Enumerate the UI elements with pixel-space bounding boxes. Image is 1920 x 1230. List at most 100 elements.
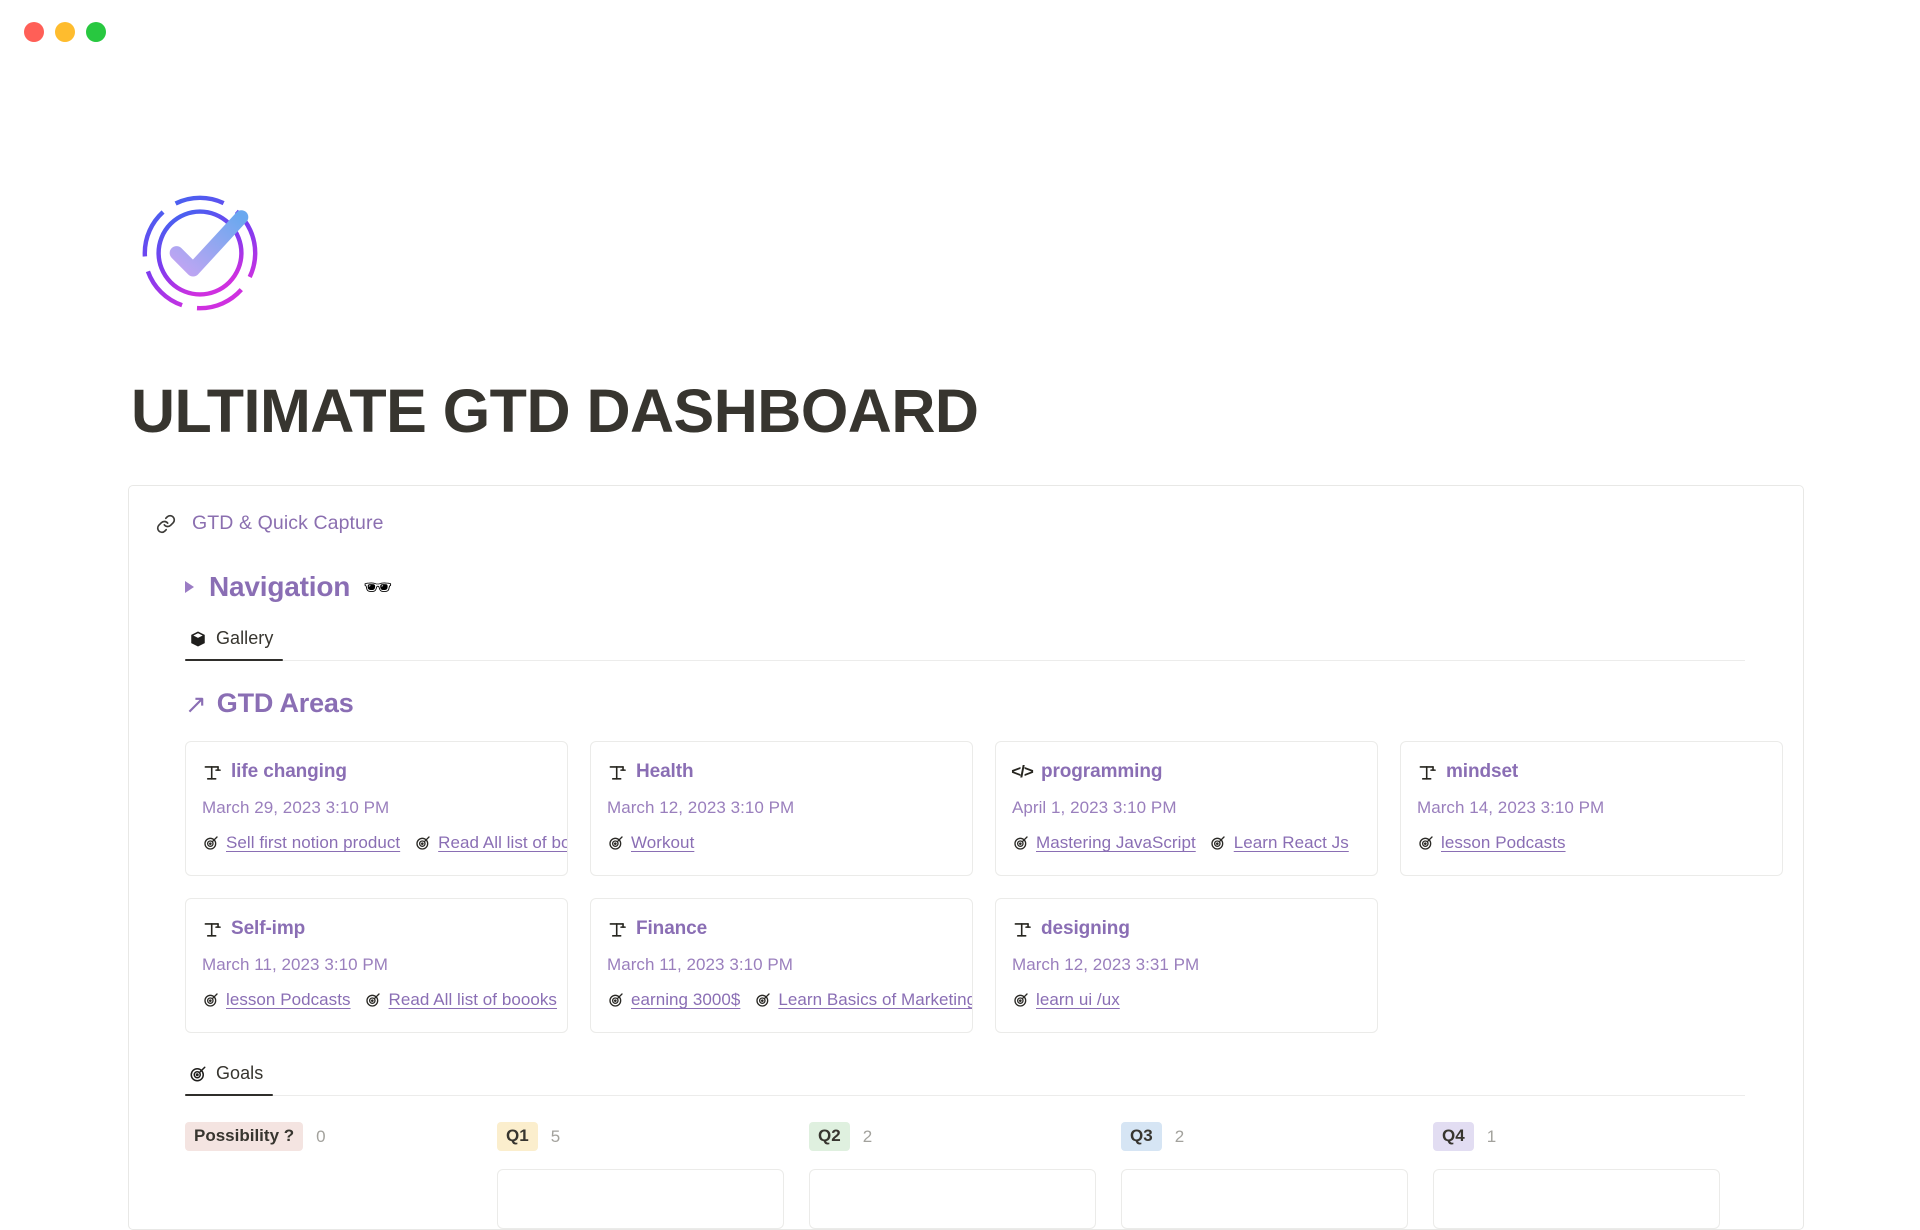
area-card-goals: lesson Podcasts Read All list of boooks [202, 990, 557, 1010]
sunglasses-icon: 🕶 [363, 573, 393, 600]
area-goal-label: Sell first notion product [226, 833, 401, 853]
area-card-date: March 12, 2023 3:31 PM [1012, 955, 1200, 975]
gallery-tabbar: Gallery [185, 625, 1745, 662]
goals-column-count: 2 [1174, 1126, 1185, 1146]
area-card-goals: lesson Podcasts [1417, 833, 1766, 853]
dart-icon [607, 992, 624, 1009]
dart-icon [202, 992, 219, 1009]
area-goal-link[interactable]: learn ui /ux [1012, 990, 1120, 1010]
goals-card-placeholder[interactable] [497, 1169, 784, 1230]
quick-capture-link-label: GTD & Quick Capture [192, 512, 384, 535]
area-card-goals: Mastering JavaScript Learn React Js [1012, 833, 1361, 853]
goals-card-placeholder[interactable] [1121, 1169, 1408, 1230]
arrow-northeast-icon: ↗ [185, 688, 207, 719]
navigation-heading[interactable]: Navigation 🕶 [185, 571, 1803, 603]
area-card-name: designing [1041, 918, 1130, 940]
area-card-name: Self-imp [231, 918, 306, 940]
crane-icon [202, 919, 222, 939]
area-goal-label: Learn React Js [1233, 833, 1349, 853]
link-icon [155, 513, 177, 535]
status-badge[interactable]: Q3 [1121, 1122, 1162, 1152]
page-title: ULTIMATE GTD DASHBOARD [131, 377, 979, 445]
area-card-name: mindset [1446, 761, 1519, 783]
area-card-title: Finance [607, 918, 956, 940]
crane-icon [607, 919, 627, 939]
goals-column-header: Possibility ? 0 [185, 1122, 497, 1152]
area-card-goals: Workout [607, 833, 956, 853]
zoom-window-button[interactable] [86, 22, 106, 42]
area-card-title: </> programming [1011, 761, 1361, 783]
area-card-date: March 14, 2023 3:10 PM [1417, 798, 1605, 818]
dart-icon [414, 835, 431, 852]
tab-gallery[interactable]: Gallery [185, 625, 284, 662]
goals-column-count: 1 [1486, 1126, 1497, 1146]
goals-column-count: 2 [862, 1126, 873, 1146]
area-goal-link[interactable]: Workout [607, 833, 694, 853]
minimize-window-button[interactable] [55, 22, 75, 42]
status-badge[interactable]: Q2 [809, 1122, 850, 1152]
area-card[interactable]: designing March 12, 2023 3:31 PM learn ui … [995, 898, 1378, 1034]
navigation-heading-label: Navigation [209, 571, 351, 603]
area-card[interactable]: Self-imp March 11, 2023 3:10 PM lesson Pod… [185, 898, 568, 1034]
area-goal-link[interactable]: earning 3000$ [607, 990, 740, 1010]
area-goal-label: Learn Basics of Marketing [778, 990, 973, 1010]
area-card-date: April 1, 2023 3:10 PM [1012, 798, 1177, 818]
gtd-areas-heading[interactable]: ↗ GTD Areas [185, 688, 1803, 719]
area-goal-label: earning 3000$ [631, 990, 741, 1010]
goals-tabbar: Goals [185, 1060, 1745, 1097]
page-container: ULTIMATE GTD DASHBOARD GTD & Quick Captu… [0, 64, 1920, 1230]
goals-column: Possibility ? 0 [185, 1122, 497, 1229]
area-card-date: March 29, 2023 3:10 PM [202, 798, 390, 818]
window-title-bar [0, 0, 1920, 64]
area-card-goals: earning 3000$ Learn Basics of Marketing [607, 990, 972, 1010]
gtd-areas-heading-label: GTD Areas [216, 688, 354, 719]
area-goal-link[interactable]: Read All list of boooks [414, 833, 567, 853]
area-goal-link[interactable]: Read All list of boooks [365, 990, 557, 1010]
area-card-date: March 11, 2023 3:10 PM [607, 955, 793, 975]
close-window-button[interactable] [24, 22, 44, 42]
tab-goals[interactable]: Goals [185, 1060, 274, 1097]
dart-icon [754, 992, 771, 1009]
status-badge[interactable]: Q1 [497, 1122, 538, 1152]
area-card-date: March 12, 2023 3:10 PM [607, 798, 795, 818]
area-goal-label: learn ui /ux [1036, 990, 1120, 1010]
area-card-date: March 11, 2023 3:10 PM [202, 955, 388, 975]
goals-column-header: Q2 2 [809, 1122, 1121, 1152]
gauge-check-icon [131, 184, 269, 322]
dart-icon [365, 992, 382, 1009]
area-card[interactable]: Health March 12, 2023 3:10 PM Workout [590, 741, 973, 877]
goals-column: Q2 2 [809, 1122, 1121, 1230]
status-badge[interactable]: Q4 [1433, 1122, 1474, 1152]
status-badge[interactable]: Possibility ? [185, 1122, 304, 1152]
goals-column-header: Q4 1 [1433, 1122, 1745, 1152]
area-goal-link[interactable]: Learn React Js [1210, 833, 1349, 853]
area-goal-label: lesson Podcasts [1441, 833, 1566, 853]
collapsed-triangle-icon[interactable] [185, 581, 194, 594]
tab-gallery-label: Gallery [216, 628, 274, 649]
area-goal-link[interactable]: lesson Podcasts [1417, 833, 1566, 853]
area-card[interactable]: </> programming April 1, 2023 3:10 PM Maste… [995, 741, 1378, 877]
area-goal-link[interactable]: Sell first notion product [202, 833, 400, 853]
dart-icon [607, 835, 624, 852]
area-card-name: Finance [636, 918, 708, 940]
area-goal-label: Read All list of boooks [438, 833, 567, 853]
area-card-title: life changing [202, 761, 551, 783]
area-goal-label: lesson Podcasts [226, 990, 351, 1010]
area-goal-link[interactable]: lesson Podcasts [202, 990, 351, 1010]
goals-column: Q1 5 [497, 1122, 809, 1230]
goals-column-count: 0 [316, 1126, 326, 1146]
area-card[interactable]: life changing March 29, 2023 3:10 PM Sell … [185, 741, 568, 877]
area-goal-label: Read All list of boooks [388, 990, 557, 1010]
dashboard-content-card: GTD & Quick Capture Navigation 🕶 Gallery… [128, 485, 1804, 1230]
goals-board: Possibility ? 0 Q1 5 Q2 2 Q3 2 Q4 1 [185, 1122, 1803, 1230]
area-card[interactable]: Finance March 11, 2023 3:10 PM earning 300… [590, 898, 973, 1034]
area-goal-link[interactable]: Mastering JavaScript [1012, 833, 1196, 853]
area-card-title: Health [607, 761, 956, 783]
goals-card-placeholder[interactable] [1433, 1169, 1720, 1230]
area-card[interactable]: mindset March 14, 2023 3:10 PM lesson Podc… [1400, 741, 1783, 877]
goals-card-placeholder[interactable] [809, 1169, 1096, 1230]
quick-capture-link[interactable]: GTD & Quick Capture [129, 512, 1803, 535]
area-goal-link[interactable]: Learn Basics of Marketing [754, 990, 973, 1010]
goals-column: Q4 1 [1433, 1122, 1745, 1230]
crane-icon [607, 762, 627, 782]
